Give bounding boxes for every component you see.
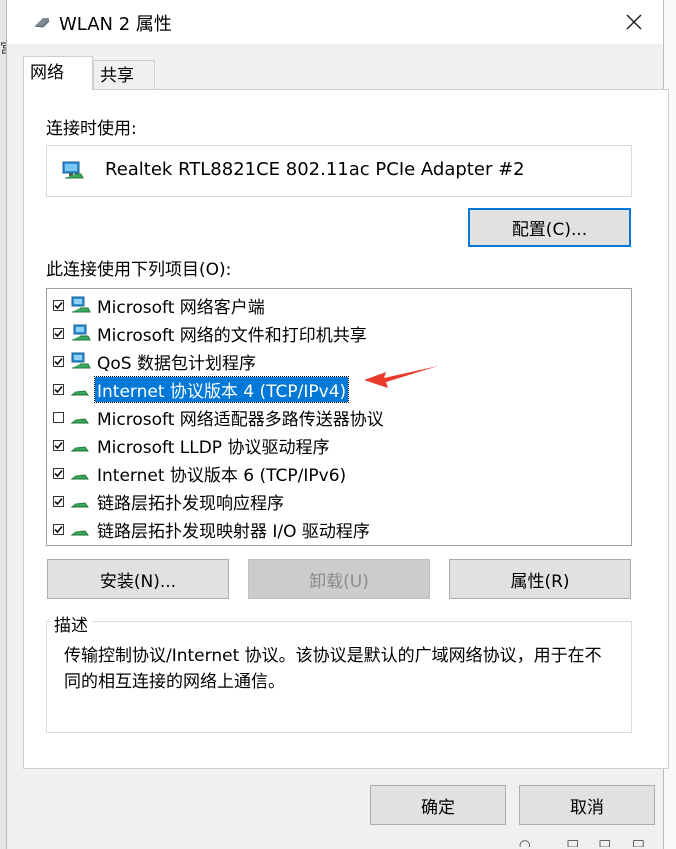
list-item-label: Microsoft 网络适配器多路传送器协议	[97, 409, 384, 430]
configure-button[interactable]: 配置(C)...	[468, 208, 631, 247]
taskbar-icons	[519, 840, 644, 847]
list-item-label: Internet 协议版本 4 (TCP/IPv4)	[93, 375, 350, 403]
list-item-label: Microsoft 网络的文件和打印机共享	[97, 325, 367, 346]
network-adapter-icon	[34, 18, 50, 28]
checkbox[interactable]	[53, 299, 64, 311]
list-item[interactable]: QoS 数据包计划程序	[53, 349, 258, 374]
protocol-icon	[70, 436, 92, 454]
checkbox[interactable]	[53, 355, 64, 367]
adapter-name: Realtek RTL8821CE 802.11ac PCIe Adapter …	[105, 159, 525, 180]
list-item-label: 链路层拓扑发现响应程序	[97, 493, 284, 514]
checkbox[interactable]	[53, 327, 64, 339]
network-card-icon	[62, 161, 84, 179]
close-icon	[626, 14, 642, 30]
list-item-label: Microsoft LLDP 协议驱动程序	[97, 437, 330, 458]
network-client-icon	[70, 296, 92, 314]
protocol-icon	[70, 408, 92, 426]
ok-button[interactable]: 确定	[370, 785, 506, 825]
uninstall-button[interactable]: 卸载(U)	[248, 559, 430, 599]
file-share-icon	[70, 324, 92, 342]
connect-using-label: 连接时使用:	[46, 119, 137, 139]
list-item[interactable]: Microsoft 网络客户端	[53, 293, 267, 318]
title-bar[interactable]: WLAN 2 属性	[7, 0, 663, 44]
list-item[interactable]: Internet 协议版本 6 (TCP/IPv6)	[53, 461, 348, 486]
annotation-arrow-icon	[364, 366, 438, 388]
list-item[interactable]: Microsoft 网络适配器多路传送器协议	[53, 405, 386, 430]
list-item-label: QoS 数据包计划程序	[97, 353, 256, 374]
protocol-icon	[70, 464, 92, 482]
list-item-label: 链路层拓扑发现映射器 I/O 驱动程序	[97, 521, 370, 542]
tab-network[interactable]: 网络	[23, 56, 93, 90]
checkbox[interactable]	[53, 411, 64, 423]
description-legend: 描述	[50, 611, 92, 636]
description-text: 传输控制协议/Internet 协议。该协议是默认的广域网络协议，用于在不同的相…	[64, 646, 602, 692]
checkbox[interactable]	[53, 523, 64, 535]
checkbox[interactable]	[53, 439, 64, 451]
list-item[interactable]: 链路层拓扑发现映射器 I/O 驱动程序	[53, 517, 372, 542]
list-item-label: Microsoft 网络客户端	[97, 297, 265, 318]
protocol-icon	[70, 380, 92, 398]
qos-icon	[70, 352, 92, 370]
list-item-label: Internet 协议版本 6 (TCP/IPv6)	[97, 465, 347, 486]
close-button[interactable]	[611, 2, 657, 42]
list-item[interactable]: Microsoft 网络的文件和打印机共享	[53, 321, 369, 346]
protocol-icon	[70, 492, 92, 510]
checkbox[interactable]	[53, 467, 64, 479]
checkbox[interactable]	[53, 495, 64, 507]
checkbox[interactable]	[53, 383, 64, 395]
list-item[interactable]: Microsoft LLDP 协议驱动程序	[53, 433, 331, 458]
list-item[interactable]: Internet 协议版本 4 (TCP/IPv4)	[53, 375, 350, 403]
list-item[interactable]: 链路层拓扑发现响应程序	[53, 489, 286, 514]
properties-button[interactable]: 属性(R)	[449, 559, 631, 599]
items-label: 此连接使用下列项目(O):	[46, 260, 232, 280]
adapter-field: Realtek RTL8821CE 802.11ac PCIe Adapter …	[46, 145, 632, 197]
tab-sharing[interactable]: 共享	[93, 60, 155, 90]
window-title: WLAN 2 属性	[59, 14, 172, 35]
cancel-button[interactable]: 取消	[519, 785, 655, 825]
components-list[interactable]: Microsoft 网络客户端 Microsoft 网络的文件和打印机共享 QoS …	[46, 288, 632, 546]
protocol-icon	[70, 520, 92, 538]
install-button[interactable]: 安装(N)...	[47, 559, 229, 599]
